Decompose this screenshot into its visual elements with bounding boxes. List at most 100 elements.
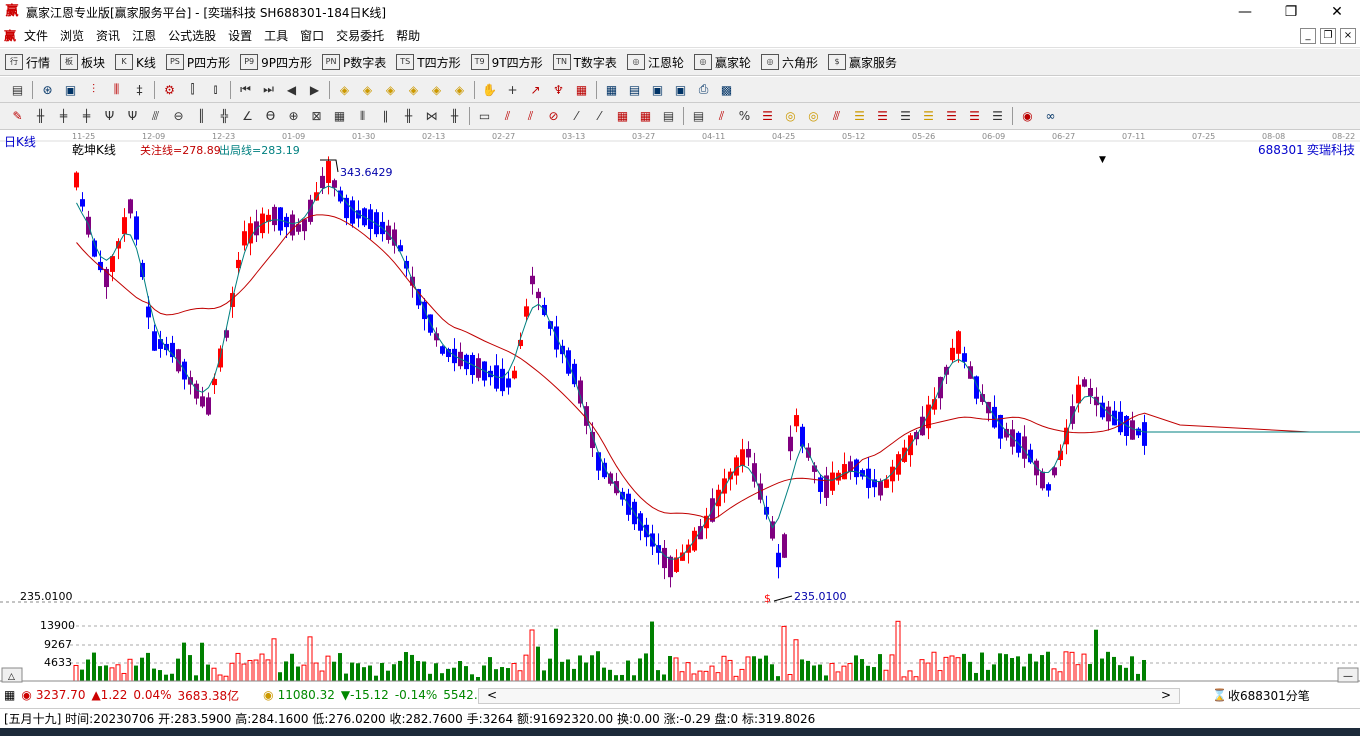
- child-close-button[interactable]: ×: [1340, 28, 1356, 44]
- hand-icon[interactable]: ✋: [481, 81, 498, 98]
- pen-icon[interactable]: ✎: [9, 108, 26, 125]
- target-icon[interactable]: ⊕: [285, 108, 302, 125]
- next-icon[interactable]: ▶: [306, 81, 323, 98]
- level6-icon[interactable]: ☰: [966, 108, 983, 125]
- cycle5-icon[interactable]: ╫: [446, 108, 463, 125]
- indicator-dropdown-icon[interactable]: ‡: [131, 81, 148, 98]
- calculator-icon[interactable]: ▦: [4, 688, 15, 702]
- diag3-icon[interactable]: ⊘: [545, 108, 562, 125]
- trend-icon[interactable]: ↗: [527, 81, 544, 98]
- level2-icon[interactable]: ☰: [874, 108, 891, 125]
- ray2-icon[interactable]: ⁄: [591, 108, 608, 125]
- level3-icon[interactable]: ☰: [897, 108, 914, 125]
- tick-record-label[interactable]: 收688301分笔: [1228, 687, 1310, 704]
- level-icon[interactable]: ☰: [851, 108, 868, 125]
- close-button[interactable]: ✕: [1314, 0, 1360, 24]
- ray-icon[interactable]: ⁄: [568, 108, 585, 125]
- fan2-icon[interactable]: ⫻: [828, 108, 845, 125]
- level4-icon[interactable]: ☰: [920, 108, 937, 125]
- winner-wheel-button[interactable]: ◎ 赢家轮: [689, 51, 756, 73]
- fib-icon[interactable]: ▤: [690, 108, 707, 125]
- ladder2-icon[interactable]: ╪: [78, 108, 95, 125]
- hexagon-button[interactable]: ◎ 六角形: [756, 51, 823, 73]
- tick-record-icon[interactable]: ⌛: [1212, 688, 1227, 702]
- menu-gann[interactable]: 江恩: [126, 27, 162, 44]
- period-label[interactable]: 日K线: [4, 135, 36, 149]
- split2-icon[interactable]: ⫾: [207, 81, 224, 98]
- document-icon[interactable]: ▣: [62, 81, 79, 98]
- t-square-button[interactable]: TS T四方形: [391, 51, 465, 73]
- angle-icon[interactable]: ∠: [239, 108, 256, 125]
- diamond-minus-icon[interactable]: ◈: [451, 81, 468, 98]
- diamond-down-icon[interactable]: ◈: [405, 81, 422, 98]
- calendar-icon[interactable]: ▦: [603, 81, 620, 98]
- grid3-icon[interactable]: ▦: [331, 108, 348, 125]
- ticker-scrollbar[interactable]: < >: [478, 688, 1180, 704]
- cycle-icon[interactable]: ⫴: [354, 108, 371, 125]
- spiral-icon[interactable]: Ө: [262, 108, 279, 125]
- menu-tools[interactable]: 工具: [258, 27, 294, 44]
- coin-icon[interactable]: ◎: [782, 108, 799, 125]
- color-wheel-icon[interactable]: ◉: [1019, 108, 1036, 125]
- first-icon[interactable]: ⏮: [237, 81, 254, 98]
- grid5-icon[interactable]: ▦: [637, 108, 654, 125]
- fork2-icon[interactable]: Ψ: [124, 108, 141, 125]
- child-minimize-button[interactable]: _: [1300, 28, 1316, 44]
- menu-browse[interactable]: 浏览: [54, 27, 90, 44]
- gann-wheel-button[interactable]: ◎ 江恩轮: [622, 51, 689, 73]
- level7-icon[interactable]: ☰: [989, 108, 1006, 125]
- winner-service-button[interactable]: $ 赢家服务: [823, 51, 902, 73]
- cycle4-icon[interactable]: ⋈: [423, 108, 440, 125]
- maximize-button[interactable]: ❐: [1268, 0, 1314, 24]
- fan-icon[interactable]: ⫻: [147, 108, 164, 125]
- fork-icon[interactable]: Ψ: [101, 108, 118, 125]
- scroll-right-icon[interactable]: >: [1161, 688, 1171, 702]
- cycle2-icon[interactable]: ∥: [377, 108, 394, 125]
- bars-icon[interactable]: ║: [193, 108, 210, 125]
- floppy-icon[interactable]: ▣: [649, 81, 666, 98]
- chart-icon[interactable]: ⫶: [85, 81, 102, 98]
- kline-chart[interactable]: 11-25 12-09 12-23 01-09 01-30 02-13 02-27 03-13…: [0, 130, 1360, 686]
- split-icon[interactable]: ⫿: [184, 81, 201, 98]
- quotes-button[interactable]: 行行情: [0, 51, 55, 73]
- kline-button[interactable]: K K线: [110, 51, 161, 73]
- child-restore-button[interactable]: ❐: [1320, 28, 1336, 44]
- prev-icon[interactable]: ◀: [283, 81, 300, 98]
- layout-dropdown-icon[interactable]: ▤: [9, 81, 26, 98]
- minimize-button[interactable]: —: [1222, 0, 1268, 24]
- p-square-button[interactable]: PS P四方形: [161, 51, 235, 73]
- diamond-right-icon[interactable]: ◈: [359, 81, 376, 98]
- infinity-icon[interactable]: ∞: [1042, 108, 1059, 125]
- table2-icon[interactable]: ▤: [626, 81, 643, 98]
- cycle3-icon[interactable]: ╫: [400, 108, 417, 125]
- floppy2-icon[interactable]: ▣: [672, 81, 689, 98]
- rect-tool-icon[interactable]: ▭: [476, 108, 493, 125]
- ellipse-icon[interactable]: ⊖: [170, 108, 187, 125]
- menu-file[interactable]: 文件: [18, 27, 54, 44]
- diamond-plus-icon[interactable]: ◈: [428, 81, 445, 98]
- p-number-table-button[interactable]: PN P数字表: [317, 51, 391, 73]
- scroll-left-icon[interactable]: <: [487, 688, 497, 702]
- diamond-left-icon[interactable]: ◈: [336, 81, 353, 98]
- diamond-up-icon[interactable]: ◈: [382, 81, 399, 98]
- app-menu-icon[interactable]: 赢: [4, 27, 16, 44]
- network-icon[interactable]: ⊛: [39, 81, 56, 98]
- camera-icon[interactable]: ▩: [718, 81, 735, 98]
- menu-settings[interactable]: 设置: [222, 27, 258, 44]
- grid4-icon[interactable]: ▦: [614, 108, 631, 125]
- ladder-icon[interactable]: ╪: [55, 108, 72, 125]
- hatch-icon[interactable]: ▤: [660, 108, 677, 125]
- gann-box-icon[interactable]: ⊠: [308, 108, 325, 125]
- diag2-icon[interactable]: ⫽: [522, 108, 539, 125]
- level5-icon[interactable]: ☰: [943, 108, 960, 125]
- line-tool-icon[interactable]: ╫: [32, 108, 49, 125]
- gear-icon[interactable]: ⚙: [161, 81, 178, 98]
- ladder3-icon[interactable]: ☰: [759, 108, 776, 125]
- print-icon[interactable]: ⎙: [695, 81, 712, 98]
- bars2-icon[interactable]: ╬: [216, 108, 233, 125]
- coin2-icon[interactable]: ◎: [805, 108, 822, 125]
- candle-icon[interactable]: ⫼: [108, 81, 125, 98]
- menu-trade[interactable]: 交易委托: [330, 27, 390, 44]
- crosshair-icon[interactable]: +: [504, 81, 521, 98]
- fib2-icon[interactable]: ⫽: [713, 108, 730, 125]
